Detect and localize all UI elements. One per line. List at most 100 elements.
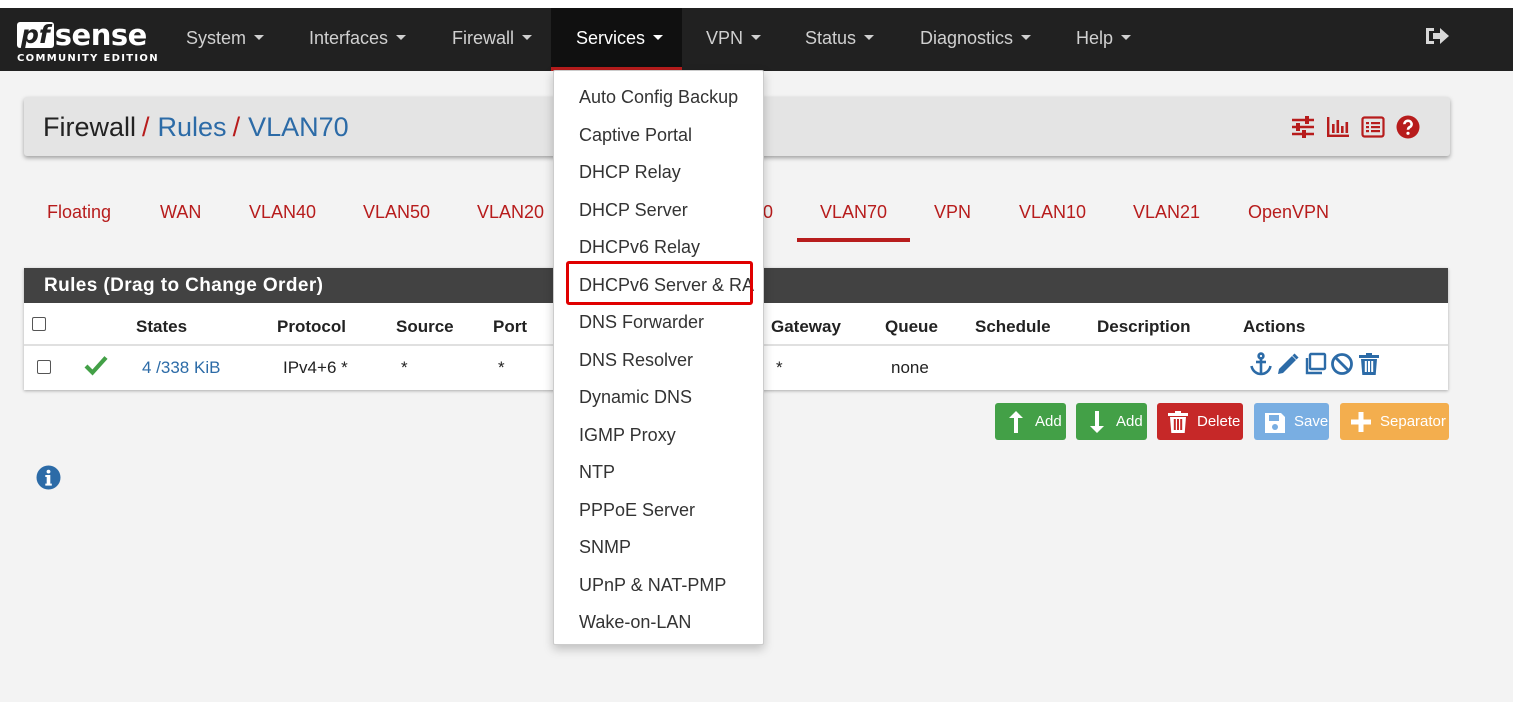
nav-diagnostics-label: Diagnostics [920,28,1014,48]
rule-protocol: IPv4+6 * [283,358,348,377]
delete-button[interactable]: Delete [1157,403,1243,440]
nav-firewall-label: Firewall [452,28,515,48]
menu-item-dns-forwarder[interactable]: DNS Forwarder [579,311,704,333]
breadcrumb-separator: / [232,112,241,142]
menu-item-snmp[interactable]: SNMP [579,536,631,558]
nav-vpn-label: VPN [706,28,744,48]
caret-down-icon [522,34,533,40]
rule-queue: none [891,358,929,377]
list-alt-icon[interactable] [1361,115,1385,139]
nav-system[interactable]: System [186,8,265,71]
tab-vpn[interactable]: VPN [911,186,994,242]
add-bottom-button[interactable]: Add [1076,403,1147,440]
col-gateway[interactable]: Gateway [771,317,841,337]
nav-services[interactable]: Services [551,8,682,71]
menu-item-dns-resolver[interactable]: DNS Resolver [579,349,693,371]
nav-status[interactable]: Status [805,8,875,71]
ban-icon[interactable] [1330,352,1354,376]
col-description[interactable]: Description [1097,317,1191,337]
rule-states[interactable]: 4 /338 KiB [142,358,220,378]
caret-down-icon [653,34,664,40]
col-source[interactable]: Source [396,317,454,337]
separator-button[interactable]: Separator [1340,403,1449,440]
breadcrumb-rules[interactable]: Rules [158,112,227,142]
nav-help[interactable]: Help [1076,8,1132,71]
menu-item-ntp[interactable]: NTP [579,461,615,483]
nav-firewall[interactable]: Firewall [452,8,533,71]
select-all-checkbox[interactable] [32,317,46,331]
col-schedule[interactable]: Schedule [975,317,1051,337]
pencil-icon[interactable] [1276,352,1300,376]
nav-diagnostics[interactable]: Diagnostics [920,8,1032,71]
col-queue[interactable]: Queue [885,317,938,337]
add-top-label: Add [1035,413,1062,430]
nav-interfaces[interactable]: Interfaces [309,8,407,71]
tab-vlan50[interactable]: VLAN50 [340,186,453,242]
pfsense-logo[interactable]: pf sense COMMUNITY EDITION [17,18,159,64]
copy-icon[interactable] [1303,352,1327,376]
add-bottom-label: Add [1116,413,1143,430]
caret-down-icon [864,34,875,40]
logo-wordmark: pf sense [17,18,147,51]
tab-wan[interactable]: WAN [137,186,224,242]
tab-floating[interactable]: Floating [24,186,134,242]
tab-vlan20[interactable]: VLAN20 [454,186,567,242]
tab-openvpn[interactable]: OpenVPN [1225,186,1352,242]
sign-out-icon[interactable] [1424,25,1450,47]
menu-item-upnp-nat-pmp[interactable]: UPnP & NAT-PMP [579,574,726,596]
rule-gateway: * [776,358,783,377]
logo-sense: sense [54,17,148,52]
save-button[interactable]: Save [1254,403,1329,440]
anchor-icon[interactable] [1249,352,1273,376]
menu-item-dhcp-server[interactable]: DHCP Server [579,199,688,221]
trash-icon [1167,410,1189,434]
nav-vpn[interactable]: VPN [706,8,762,71]
menu-item-dynamic-dns[interactable]: Dynamic DNS [579,386,692,408]
rule-actions [1249,352,1381,376]
nav-status-label: Status [805,28,857,48]
caret-down-icon [396,34,407,40]
menu-item-dhcp-relay[interactable]: DHCP Relay [579,161,681,183]
menu-item-wake-on-lan[interactable]: Wake-on-LAN [579,611,691,633]
delete-label: Delete [1197,413,1241,430]
menu-item-dhcpv6-server-ra[interactable]: DHCPv6 Server & RA [579,274,754,296]
menu-item-pppoe-server[interactable]: PPPoE Server [579,499,695,521]
sliders-icon[interactable] [1291,115,1315,139]
rule-source: * [401,358,408,377]
bar-chart-icon[interactable] [1326,115,1350,139]
header-icon-group [1291,115,1420,139]
tab-vlan70[interactable]: VLAN70 [797,186,911,242]
rule-row-checkbox[interactable] [37,360,51,374]
col-protocol[interactable]: Protocol [277,317,346,337]
save-label: Save [1294,413,1329,430]
save-icon [1264,410,1286,434]
logo-edition: COMMUNITY EDITION [17,53,159,64]
col-states[interactable]: States [136,317,187,337]
tab-vlan21[interactable]: VLAN21 [1110,186,1223,242]
nav-help-label: Help [1076,28,1114,48]
add-top-button[interactable]: Add [995,403,1066,440]
trash-icon[interactable] [1357,352,1381,376]
breadcrumb: Firewall / Rules / VLAN70 [43,111,349,143]
nav-system-label: System [186,28,247,48]
col-actions: Actions [1243,317,1306,336]
breadcrumb-separator: / [142,112,150,142]
tab-vlan10[interactable]: VLAN10 [996,186,1109,242]
col-port[interactable]: Port [493,317,527,337]
breadcrumb-vlan70[interactable]: VLAN70 [248,112,349,142]
tab-vlan40[interactable]: VLAN40 [226,186,339,242]
menu-item-igmp-proxy[interactable]: IGMP Proxy [579,424,676,446]
menu-item-captive-portal[interactable]: Captive Portal [579,124,692,146]
breadcrumb-firewall: Firewall [43,112,137,142]
rule-port: * [498,358,505,377]
caret-down-icon [254,34,265,40]
question-circle-icon[interactable] [1396,115,1420,139]
info-circle-icon[interactable] [36,465,61,490]
check-icon[interactable] [84,354,108,376]
menu-item-dhcpv6-relay[interactable]: DHCPv6 Relay [579,236,700,258]
level-up-icon [1005,410,1027,434]
services-dropdown-menu: Auto Config Backup Captive Portal DHCP R… [553,70,764,645]
caret-down-icon [1121,34,1132,40]
menu-item-auto-config-backup[interactable]: Auto Config Backup [579,86,738,108]
caret-down-icon [751,34,762,40]
